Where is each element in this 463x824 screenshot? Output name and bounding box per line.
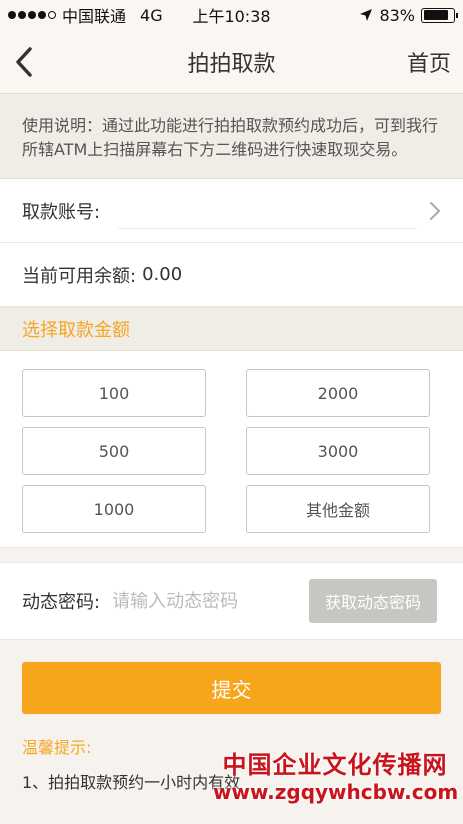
usage-instructions: 使用说明：通过此功能进行拍拍取款预约成功后，可到我行所辖ATM上扫描屏幕右下方二…	[0, 94, 463, 179]
amount-option-100[interactable]: 100	[22, 369, 206, 417]
battery-percent: 83%	[379, 5, 415, 25]
account-select[interactable]	[118, 193, 417, 229]
status-bar: 中国联通 4G 上午10:38 83%	[0, 0, 463, 30]
signal-strength-icon	[8, 11, 56, 19]
location-arrow-icon	[360, 9, 373, 21]
nav-bar: 拍拍取款 首页	[0, 30, 463, 94]
status-right: 83%	[359, 5, 458, 25]
submit-wrapper: 提交	[0, 640, 463, 714]
amount-option-1000[interactable]: 1000	[22, 485, 206, 533]
back-button[interactable]	[0, 30, 48, 94]
otp-label: 动态密码:	[22, 592, 101, 613]
home-button[interactable]: 首页	[407, 46, 451, 78]
account-label: 取款账号:	[22, 201, 101, 223]
watermark-url: www.zgqywhcbw.com	[213, 780, 459, 804]
amount-option-2000[interactable]: 2000	[246, 369, 430, 417]
account-row[interactable]: 取款账号:	[0, 179, 463, 243]
amount-options: 100 2000 500 3000 1000 其他金额	[0, 351, 463, 548]
otp-row: 动态密码: 获取动态密码	[0, 562, 463, 640]
balance-label: 当前可用余额:	[22, 265, 137, 287]
battery-icon	[421, 7, 458, 23]
get-otp-button[interactable]: 获取动态密码	[309, 579, 437, 623]
battery-level	[423, 10, 448, 20]
network-type: 4G	[140, 5, 163, 25]
carrier-name: 中国联通	[62, 7, 127, 26]
chevron-right-icon	[417, 201, 441, 221]
balance-row: 当前可用余额: 0.00	[0, 243, 463, 307]
submit-button[interactable]: 提交	[22, 662, 441, 714]
watermark-name: 中国企业文化传播网	[222, 750, 448, 779]
page-title: 拍拍取款	[187, 51, 276, 77]
amount-option-500[interactable]: 500	[22, 427, 206, 475]
watermark: 中国企业文化传播网 www.zgqywhcbw.com	[213, 745, 459, 804]
amount-option-3000[interactable]: 3000	[246, 427, 430, 475]
status-left: 中国联通 4G	[8, 3, 163, 27]
otp-input[interactable]	[112, 590, 283, 612]
balance-value: 0.00	[142, 264, 183, 285]
chevron-left-icon	[16, 46, 32, 77]
amount-option-other[interactable]: 其他金额	[246, 485, 430, 533]
amount-section-title: 选择取款金额	[0, 307, 463, 351]
